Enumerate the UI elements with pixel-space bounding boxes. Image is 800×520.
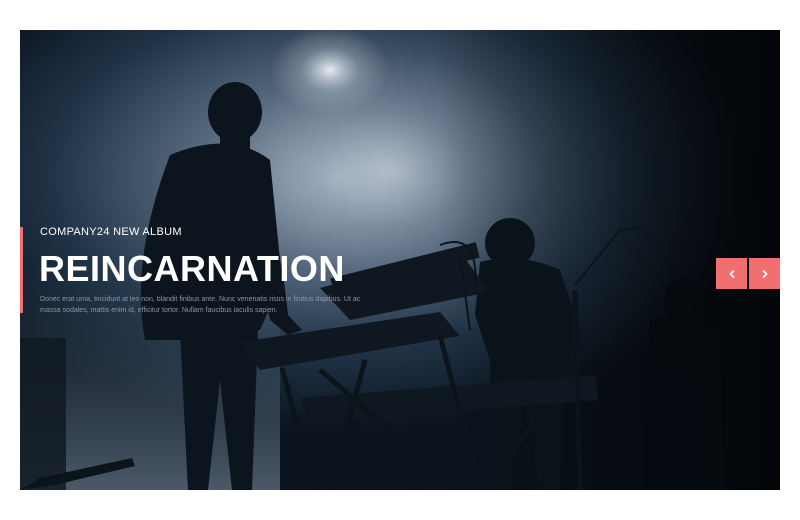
slide-description: Donec erat urna, tincidunt at leo non, b…: [40, 296, 361, 314]
hero-slider: COMPANY24 NEW ALBUM REINCARNATION Donec …: [20, 30, 780, 490]
next-slide-button[interactable]: [749, 258, 780, 289]
accent-bar: [20, 227, 23, 313]
chevron-right-icon: [760, 269, 770, 279]
prev-slide-button[interactable]: [716, 258, 747, 289]
chevron-left-icon: [727, 269, 737, 279]
slide-title: REINCARNATION: [39, 248, 345, 289]
slide-eyebrow: COMPANY24 NEW ALBUM: [40, 226, 182, 238]
